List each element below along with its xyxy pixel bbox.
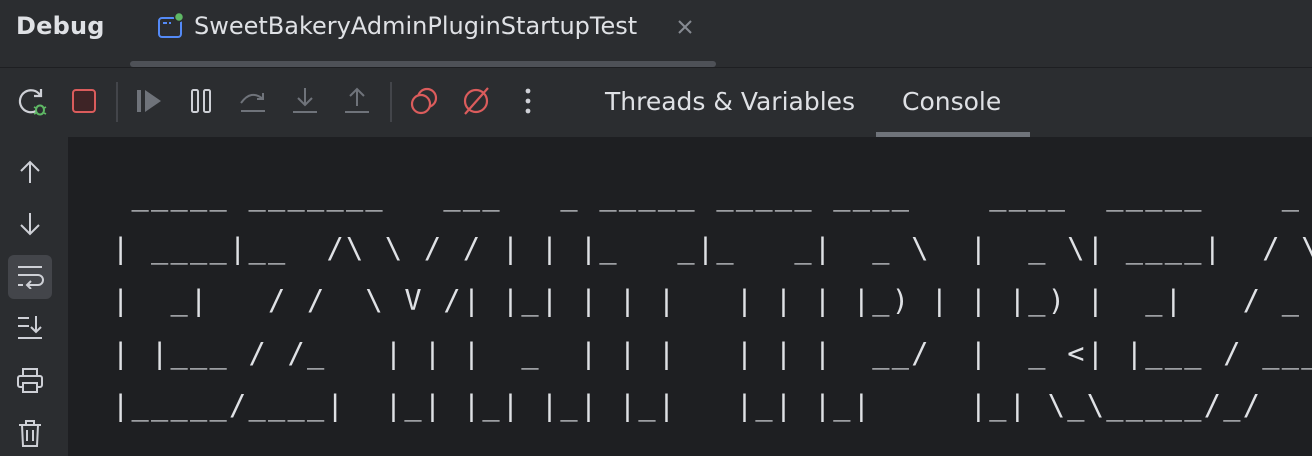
- console-line: | ____|__ /\ \ / / | | |_ _|_ _| _ \ | _…: [112, 230, 1312, 265]
- tab-threads-variables-label: Threads & Variables: [605, 87, 856, 116]
- pause-button[interactable]: [183, 85, 219, 121]
- stop-icon: [69, 86, 99, 120]
- soft-wrap-button[interactable]: [8, 255, 52, 299]
- mute-breakpoints-icon: [460, 85, 492, 121]
- tab-console-label: Console: [902, 87, 1002, 116]
- resume-icon: [133, 85, 165, 121]
- mute-breakpoints-button[interactable]: [458, 85, 494, 121]
- console-line: | _| / / \ V /| |_| | | | | | | |_) | | …: [112, 283, 1302, 317]
- session-tab-label: SweetBakeryAdminPluginStartupTest: [194, 12, 638, 40]
- more-vertical-icon: [523, 86, 533, 120]
- session-tab-indicator: [130, 61, 716, 67]
- stop-button[interactable]: [66, 85, 102, 121]
- console-line: | |___ / /_ | | | _ | | | | | | __/ | _ …: [112, 335, 1312, 370]
- rerun-debug-button[interactable]: [14, 85, 50, 121]
- debug-title-bar: Debug SweetBakeryAdminPluginStartupTest: [0, 0, 1312, 68]
- toolbar-separator: [390, 82, 392, 122]
- pause-icon: [186, 86, 216, 120]
- debug-toolbar: Threads & Variables Console: [0, 68, 1312, 137]
- arrow-down-icon: [16, 210, 44, 242]
- console-line: _____ _______ ___ _ _____ _____ ____ ___…: [131, 178, 1302, 212]
- scroll-to-end-button[interactable]: [8, 307, 52, 351]
- scroll-down-button[interactable]: [8, 204, 52, 248]
- step-into-button[interactable]: [287, 85, 323, 121]
- step-out-icon: [341, 85, 373, 121]
- print-button[interactable]: [8, 360, 52, 404]
- run-config-icon: [156, 11, 185, 41]
- view-breakpoints-button[interactable]: [406, 85, 442, 121]
- step-into-icon: [289, 85, 321, 121]
- console-output[interactable]: _____ _______ ___ _ _____ _____ ____ ___…: [68, 137, 1312, 456]
- step-over-icon: [237, 85, 269, 121]
- debug-tool-window: Debug SweetBakeryAdminPluginStartupTest: [0, 0, 1312, 456]
- trash-icon: [16, 418, 44, 452]
- step-over-button[interactable]: [235, 85, 271, 121]
- toolbar-separator: [116, 82, 118, 122]
- panel-title: Debug: [16, 12, 105, 40]
- step-out-button[interactable]: [339, 85, 375, 121]
- close-icon[interactable]: [672, 14, 698, 40]
- rerun-debug-icon: [16, 85, 48, 121]
- more-button[interactable]: [510, 85, 546, 121]
- view-breakpoints-icon: [408, 85, 440, 121]
- console-gutter: [0, 137, 68, 456]
- soft-wrap-icon: [15, 261, 45, 293]
- console-line: |_____/____| |_| |_| |_| |_| |_| |_| |_|…: [112, 388, 1263, 422]
- clear-all-button[interactable]: [8, 413, 52, 456]
- scroll-to-end-icon: [15, 313, 45, 345]
- scroll-up-button[interactable]: [8, 152, 52, 196]
- resume-button[interactable]: [131, 85, 167, 121]
- tab-console[interactable]: Console: [876, 68, 1030, 137]
- print-icon: [15, 366, 45, 398]
- arrow-up-icon: [16, 158, 44, 190]
- tab-threads-variables[interactable]: Threads & Variables: [590, 68, 870, 137]
- session-tab[interactable]: SweetBakeryAdminPluginStartupTest: [152, 0, 712, 56]
